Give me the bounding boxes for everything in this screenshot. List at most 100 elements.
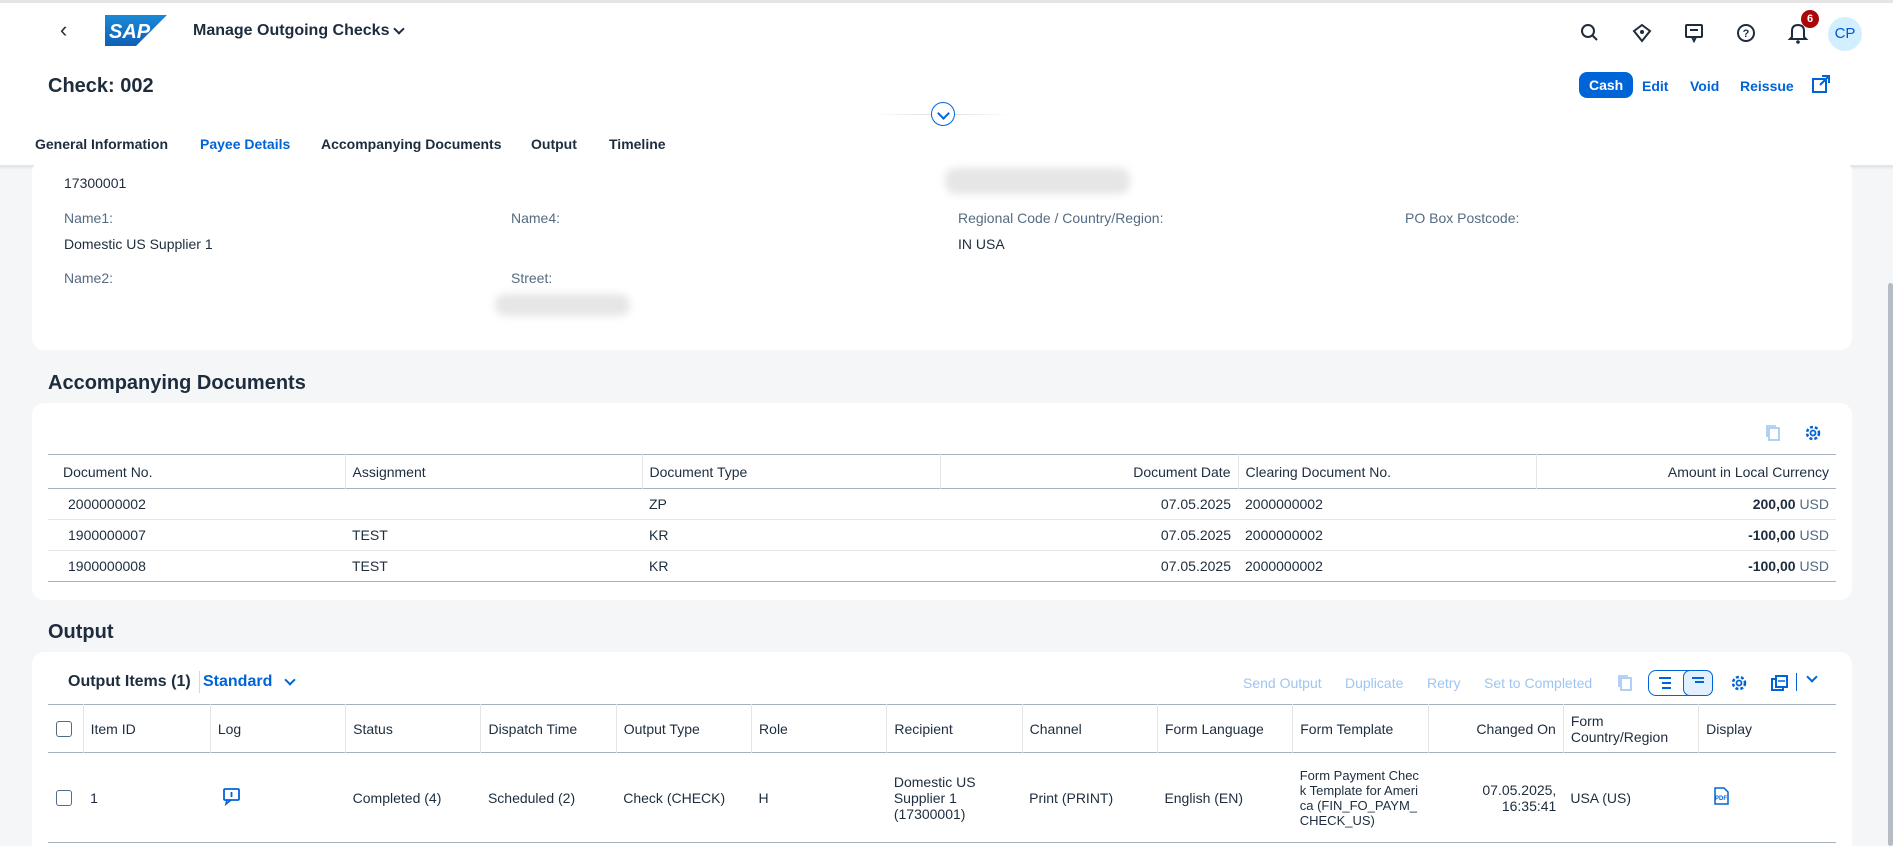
tab-accompanying-documents[interactable]: Accompanying Documents	[321, 136, 501, 152]
void-button[interactable]: Void	[1690, 78, 1719, 94]
col-amount[interactable]: Amount in Local Currency	[1536, 455, 1836, 489]
help-icon[interactable]: ?	[1734, 21, 1758, 45]
app-title[interactable]: Manage Outgoing Checks	[193, 22, 406, 40]
collapse-rows-icon[interactable]	[1687, 672, 1709, 694]
language-cell: English (EN)	[1157, 752, 1293, 843]
col-status[interactable]: Status	[345, 704, 482, 753]
col-form-template[interactable]: Form Template	[1292, 704, 1429, 753]
edit-button[interactable]: Edit	[1642, 78, 1668, 94]
amount-cell: -100,00 USD	[1536, 519, 1836, 551]
col-form-country[interactable]: Form Country/Region	[1563, 704, 1700, 753]
scrollbar[interactable]	[1888, 283, 1893, 846]
tab-general-information[interactable]: General Information	[35, 136, 168, 152]
col-document-no[interactable]: Document No.	[48, 454, 346, 489]
doc-no-cell: 1900000007	[48, 519, 345, 551]
amount-cell: 200,00 USD	[1536, 488, 1836, 520]
chevron-down-icon	[284, 673, 297, 686]
col-channel[interactable]: Channel	[1022, 704, 1158, 753]
col-recipient[interactable]: Recipient	[886, 704, 1023, 753]
table-row[interactable]: 1900000007 TEST KR 07.05.2025 2000000002…	[48, 519, 1836, 551]
col-display[interactable]: Display	[1699, 705, 1836, 753]
set-to-completed-button[interactable]: Set to Completed	[1484, 675, 1592, 691]
amount-value: 200,00	[1752, 496, 1796, 512]
log-icon[interactable]	[222, 786, 242, 807]
expand-rows-icon[interactable]	[1654, 672, 1676, 694]
col-form-language[interactable]: Form Language	[1157, 704, 1294, 753]
name1-value: Domestic US Supplier 1	[64, 236, 213, 252]
reissue-button[interactable]: Reissue	[1740, 78, 1794, 94]
cash-button[interactable]: Cash	[1579, 72, 1634, 98]
svg-text:SAP: SAP	[109, 21, 151, 43]
variant-label: Standard	[203, 673, 273, 690]
col-clearing-document-no[interactable]: Clearing Document No.	[1238, 454, 1537, 489]
currency: USD	[1799, 496, 1829, 512]
col-changed-on[interactable]: Changed On	[1428, 704, 1564, 753]
table-row[interactable]: 2000000002 ZP 07.05.2025 2000000002 200,…	[48, 488, 1836, 520]
retry-button[interactable]: Retry	[1427, 675, 1460, 691]
avatar[interactable]: CP	[1828, 17, 1862, 51]
sap-logo[interactable]: SAP	[105, 15, 167, 46]
table-header: Document No. Assignment Document Type Do…	[48, 454, 1836, 489]
pdf-icon[interactable]: PDF	[1711, 786, 1731, 806]
name4-label: Name4:	[511, 210, 561, 226]
doc-no-cell: 2000000002	[48, 488, 345, 520]
row-checkbox[interactable]	[56, 790, 72, 807]
col-log[interactable]: Log	[210, 704, 347, 753]
divider	[1796, 673, 1797, 691]
back-icon[interactable]: ‹	[60, 17, 80, 43]
region-value: IN USA	[958, 236, 1005, 252]
item-id-cell: 1	[83, 752, 211, 843]
collapse-header-button[interactable]	[931, 102, 955, 126]
clearing-cell: 2000000002	[1238, 519, 1536, 551]
clearing-cell: 2000000002	[1238, 550, 1536, 582]
col-item-id[interactable]: Item ID	[83, 704, 211, 753]
amount-cell: -100,00 USD	[1536, 550, 1836, 582]
assignment-cell	[345, 488, 642, 520]
table-row[interactable]: 1 Completed (4) Scheduled (2) Check (CHE…	[48, 752, 1836, 843]
table-row[interactable]: 1900000008 TEST KR 07.05.2025 2000000002…	[48, 550, 1836, 582]
col-output-type[interactable]: Output Type	[616, 704, 753, 753]
share-icon[interactable]	[1811, 74, 1831, 94]
col-role[interactable]: Role	[751, 704, 888, 753]
doc-type-cell: ZP	[642, 488, 940, 520]
doc-date-cell: 07.05.2025	[940, 519, 1238, 551]
tab-payee-details[interactable]: Payee Details	[200, 136, 290, 152]
channel-cell: Print (PRINT)	[1022, 752, 1158, 843]
redacted-value	[945, 168, 1130, 194]
divider	[199, 671, 200, 693]
name1-label: Name1:	[64, 210, 114, 226]
col-document-date[interactable]: Document Date	[940, 454, 1239, 489]
row-select-cell	[48, 752, 84, 843]
page-title: Check: 002	[48, 75, 154, 97]
amount-value: -100,00	[1748, 527, 1796, 543]
select-all-cell	[48, 704, 84, 753]
po-box-label: PO Box Postcode:	[1405, 210, 1520, 226]
region-label: Regional Code / Country/Region:	[958, 210, 1164, 226]
name2-label: Name2:	[64, 270, 114, 286]
shell-bar: ‹ SAP Manage Outgoing Checks ? 6 CP	[0, 0, 1893, 60]
search-icon[interactable]	[1578, 21, 1602, 45]
diamond-icon[interactable]	[1630, 21, 1654, 45]
gear-icon[interactable]	[1728, 672, 1750, 694]
col-assignment[interactable]: Assignment	[345, 454, 643, 489]
tab-timeline[interactable]: Timeline	[609, 136, 666, 152]
currency: USD	[1799, 558, 1829, 574]
export-icon[interactable]	[1768, 672, 1790, 694]
output-title: Output	[48, 621, 114, 643]
col-document-type[interactable]: Document Type	[642, 454, 941, 489]
country-cell: USA (US)	[1563, 752, 1699, 843]
send-output-button[interactable]: Send Output	[1243, 675, 1322, 691]
doc-no-cell: 1900000008	[48, 550, 345, 582]
role-cell: H	[751, 752, 887, 843]
amount-value: -100,00	[1748, 558, 1796, 574]
copy-icon[interactable]	[1762, 422, 1784, 444]
duplicate-button[interactable]: Duplicate	[1345, 675, 1403, 691]
street-label: Street:	[511, 270, 553, 286]
copy-icon[interactable]	[1614, 672, 1636, 694]
variant-selector[interactable]: Standard	[203, 673, 297, 691]
col-dispatch-time[interactable]: Dispatch Time	[480, 704, 617, 753]
tab-output[interactable]: Output	[531, 136, 577, 152]
feedback-icon[interactable]	[1682, 21, 1706, 45]
select-all-checkbox[interactable]	[56, 721, 72, 738]
gear-icon[interactable]	[1802, 422, 1824, 444]
